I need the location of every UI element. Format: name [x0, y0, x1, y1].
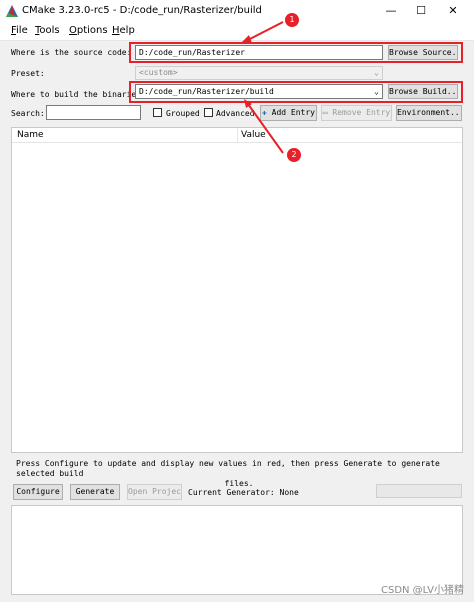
- annotation-badge-2: 2: [287, 148, 301, 162]
- annotation-arrows: [240, 21, 284, 154]
- arrow-1-icon: [240, 21, 284, 44]
- annotation-badge-1: 1: [285, 13, 299, 27]
- watermark: CSDN @LV小猪精: [380, 585, 464, 596]
- arrow-2-icon: [244, 99, 284, 154]
